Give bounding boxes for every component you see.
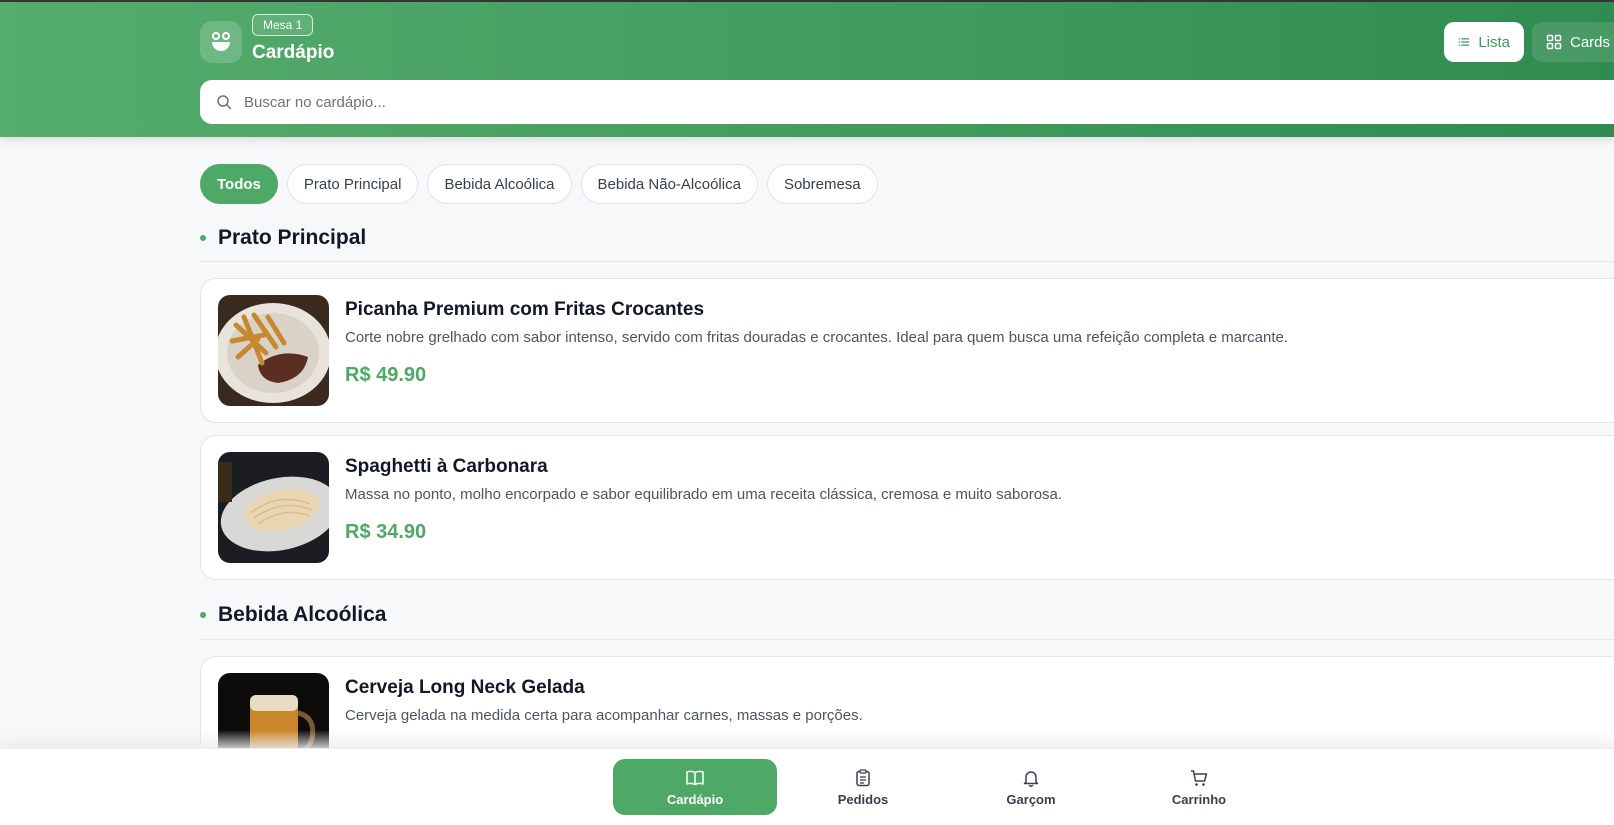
category-filter: Todos Prato Principal Bebida Alcoólica B… (200, 164, 878, 204)
page-title: Cardápio (252, 42, 335, 63)
section-bullet (200, 612, 206, 618)
nav-label: Cardápio (666, 791, 724, 807)
nav-label: Pedidos (837, 791, 889, 807)
nav-cardapio[interactable]: Cardápio (613, 759, 777, 815)
nav-carrinho[interactable]: Carrinho (1117, 759, 1281, 815)
category-pill-todos[interactable]: Todos (200, 164, 278, 204)
book-open-icon (686, 770, 704, 785)
view-list-button[interactable]: Lista (1444, 22, 1524, 62)
app-header: Mesa 1 Cardápio Lista Cards (0, 2, 1614, 137)
section-heading: Prato Principal (200, 226, 1614, 250)
item-description: Cerveja gelada na medida certa para acom… (345, 707, 863, 724)
item-price: R$ 49.90 (345, 364, 427, 386)
item-image (218, 295, 329, 406)
clipboard-icon (856, 768, 870, 786)
bottom-navigation: Cardápio Pedidos Garçom Carrinho (0, 748, 1614, 825)
category-pill-prato-principal[interactable]: Prato Principal (286, 164, 419, 204)
nav-garcom[interactable]: Garçom (949, 759, 1113, 815)
item-image (218, 452, 329, 563)
search-bar[interactable] (200, 80, 1614, 124)
item-description: Massa no ponto, molho encorpado e sabor … (345, 486, 1063, 503)
category-pill-bebida-nao-alcoolica[interactable]: Bebida Não-Alcoólica (580, 164, 758, 204)
item-name: Spaghetti à Carbonara (345, 456, 548, 477)
view-list-label: Lista (1478, 33, 1510, 51)
search-icon (217, 95, 232, 110)
nav-label: Carrinho (1171, 791, 1227, 807)
bell-icon (1023, 770, 1039, 787)
menu-item-card[interactable]: Picanha Premium com Fritas Crocantes Cor… (200, 278, 1614, 423)
restaurant-logo (200, 21, 242, 63)
item-name: Cerveja Long Neck Gelada (345, 677, 585, 698)
category-pill-bebida-alcoolica[interactable]: Bebida Alcoólica (427, 164, 572, 204)
scroll-fade (0, 730, 1614, 750)
smiley-bowl-icon (212, 32, 230, 51)
section-divider (200, 639, 1614, 640)
category-pill-sobremesa[interactable]: Sobremesa (766, 164, 878, 204)
section-bullet (200, 235, 206, 241)
item-description: Corte nobre grelhado com sabor intenso, … (345, 329, 1289, 346)
view-cards-button[interactable]: Cards (1532, 22, 1614, 62)
cart-icon (1191, 769, 1208, 786)
item-price: R$ 34.90 (345, 521, 427, 543)
nav-pedidos[interactable]: Pedidos (781, 759, 945, 815)
section-title: Bebida Alcoólica (218, 603, 387, 626)
search-input[interactable] (244, 93, 844, 111)
table-badge: Mesa 1 (252, 14, 314, 36)
view-cards-label: Cards (1570, 33, 1611, 51)
grid-icon (1546, 34, 1562, 50)
item-name: Picanha Premium com Fritas Crocantes (345, 299, 705, 320)
list-icon (1458, 38, 1470, 46)
nav-label: Garçom (1006, 791, 1056, 807)
section-heading: Bebida Alcoólica (200, 603, 1614, 627)
menu-item-card[interactable]: Spaghetti à Carbonara Massa no ponto, mo… (200, 435, 1614, 580)
section-title: Prato Principal (218, 226, 367, 249)
section-divider (200, 261, 1614, 262)
